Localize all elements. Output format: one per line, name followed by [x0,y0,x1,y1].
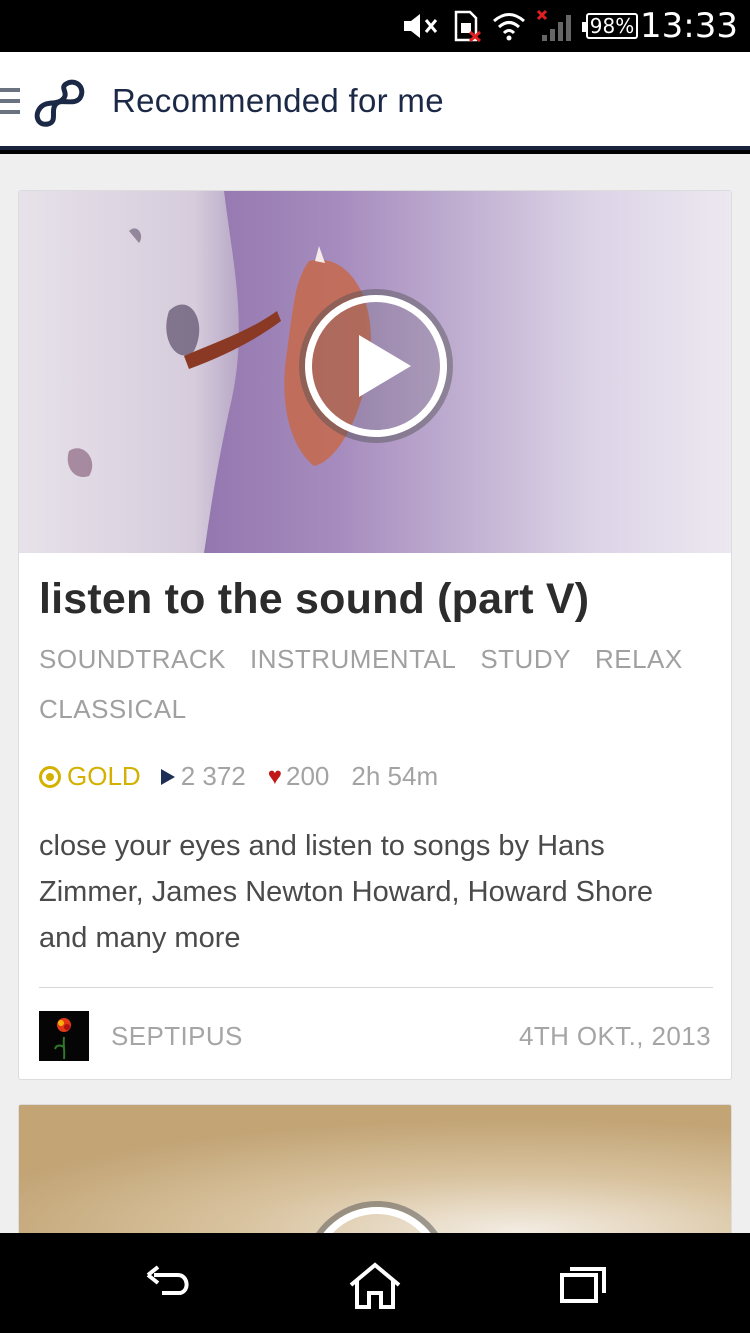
plays-count: 2 372 [180,761,246,791]
plays-icon [160,768,175,785]
recent-apps-icon[interactable] [556,1261,612,1311]
author-avatar[interactable] [39,1011,89,1061]
hamburger-icon[interactable] [0,88,22,116]
wifi-icon [493,13,525,41]
mix-card-next[interactable] [18,1104,732,1233]
mix-cover-image[interactable] [19,191,731,553]
heart-icon: ♥ [267,762,283,790]
publish-date: 4TH OKT., 2013 [518,1021,711,1051]
feed[interactable]: listen to the sound (part V) SOUNDTRACK … [0,154,750,1233]
mix-card[interactable]: listen to the sound (part V) SOUNDTRACK … [18,190,732,1080]
tag-classical[interactable]: CLASSICAL [39,696,187,722]
gold-badge: GOLD [39,761,141,792]
battery-icon: 98% [582,13,638,39]
app-bar: Recommended for me [0,52,750,150]
status-bar: 98% 13:33 [0,0,750,52]
page-title: Recommended for me [112,82,444,119]
tag-relax[interactable]: RELAX [595,646,683,672]
tag-list: SOUNDTRACK INSTRUMENTAL STUDY RELAX CLAS… [39,646,729,722]
signal-icon [536,9,571,41]
tag-study[interactable]: STUDY [480,646,571,672]
tag-instrumental[interactable]: INSTRUMENTAL [250,646,456,672]
clock: 13:33 [640,6,738,46]
tag-soundtrack[interactable]: SOUNDTRACK [39,646,226,672]
home-icon[interactable] [347,1261,403,1311]
gold-badge-label: GOLD [67,761,141,791]
likes-count: 200 [286,761,330,791]
sim-error-icon [454,10,482,42]
8tracks-logo-icon[interactable] [32,76,86,128]
mix-stats: GOLD 2 372 ♥ 200 2h 54m [39,761,438,792]
mix-title[interactable]: listen to the sound (part V) [39,575,589,624]
status-icons: 98% [402,8,638,44]
author-name[interactable]: SEPTIPUS [111,1021,243,1052]
mix-duration: 2h 54m [351,761,439,791]
divider [39,987,713,988]
play-button[interactable] [305,295,447,437]
system-nav-bar [0,1233,750,1333]
mute-icon [404,14,438,38]
gold-badge-icon [39,765,61,788]
back-icon[interactable] [140,1261,196,1311]
mix-description: close your eyes and listen to songs by H… [39,830,654,954]
